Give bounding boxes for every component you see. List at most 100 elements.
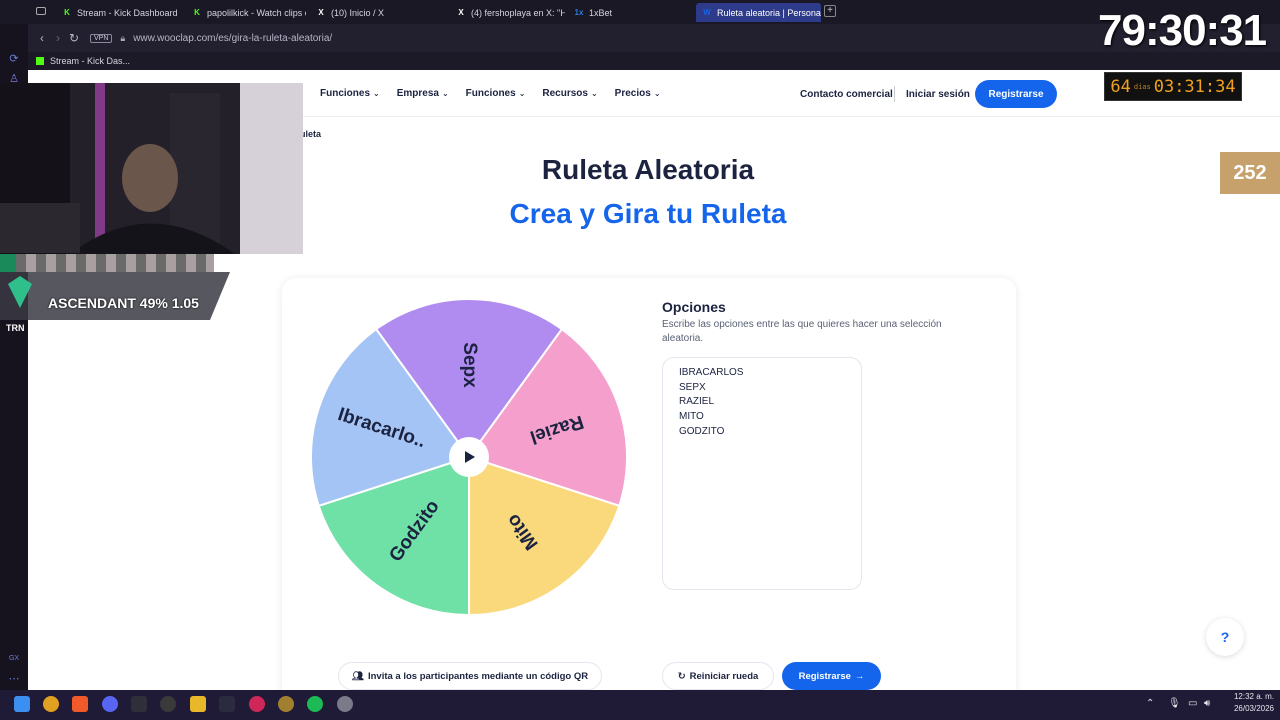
menu-label: Empresa: [396, 88, 439, 99]
refresh-icon: ↻: [677, 670, 686, 682]
divider: [894, 86, 895, 102]
webcam-overlay: [0, 83, 303, 254]
rank-text: ASCENDANT 49% 1.05: [48, 295, 199, 311]
team-avatars: [0, 254, 214, 272]
tab-favicon-icon: K: [64, 7, 70, 17]
clock-value: 03:31:34: [1153, 76, 1236, 97]
back-icon[interactable]: ‹: [34, 31, 50, 45]
tab-bar: K Stream - Kick Dashboard Kpapolilkick - W…: [0, 0, 1280, 24]
chevron-down-icon: ⌄: [441, 89, 449, 98]
browser-tab[interactable]: X (10) Inicio / X: [310, 3, 440, 22]
windows-start-icon[interactable]: [14, 696, 30, 712]
arrow-right-icon: →: [854, 670, 865, 682]
help-button[interactable]: ?: [1206, 618, 1244, 656]
gx-icon[interactable]: GX: [7, 652, 21, 666]
chevron-down-icon: ⌄: [590, 89, 598, 98]
invite-qr-button[interactable]: 👥︎ Invita a los participantes mediante u…: [338, 662, 602, 690]
bookmark-item[interactable]: Stream - Kick Das...: [50, 56, 130, 66]
webcam-image: [0, 83, 303, 254]
browser-tab[interactable]: X (4) fershoplaya en X: "Hoy: [450, 3, 565, 22]
obs-icon[interactable]: [160, 696, 176, 712]
tab-title: Ruleta aleatoria | Persona: [717, 7, 821, 18]
menu-label: Precios: [614, 88, 651, 99]
reset-label: Reiniciar rueda: [689, 670, 759, 682]
avatar-strip: [16, 254, 214, 272]
vpn-badge[interactable]: VPN: [90, 33, 113, 43]
reset-wheel-button[interactable]: ↻ Reiniciar rueda: [662, 662, 774, 690]
tab-title: 1xBet: [589, 7, 613, 18]
taskbar-date[interactable]: 26/03/2026: [1222, 704, 1274, 713]
browser-tab[interactable]: 1x 1xBet: [568, 3, 688, 22]
menu-label: Funciones: [320, 88, 371, 99]
chevron-down-icon: ⌄: [518, 89, 526, 98]
tab-favicon-icon: K: [194, 7, 200, 17]
bookmarks-bar: Stream - Kick Das...: [28, 52, 1280, 70]
wheel-segment-label: Sepx: [459, 342, 480, 388]
menu-item-empresa[interactable]: Empresa ⌄: [397, 88, 449, 99]
taskbar-time[interactable]: 12:32 a. m.: [1222, 692, 1274, 701]
tab-title: (10) Inicio / X: [331, 7, 385, 18]
mic-icon[interactable]: 🎙︎: [1168, 698, 1181, 709]
chevron-down-icon: ⌄: [373, 89, 380, 98]
days-value: 64: [1110, 76, 1131, 97]
menu-label: Recursos: [542, 88, 588, 99]
valorant-icon[interactable]: [278, 696, 294, 712]
gamepad-icon[interactable]: [219, 696, 235, 712]
option-line: IBRACARLOS: [679, 367, 744, 378]
screen: ○ ⟳ ♙ GX ⋯ KStream - Kick DashboardKpapo…: [0, 0, 1280, 720]
browser-tab[interactable]: Kpapolilkick - Watch clips o: [186, 3, 306, 22]
options-textarea[interactable]: IBRACARLOS SEPX RAZIEL MITO GODZITO: [662, 357, 862, 590]
invite-label: Invita a los participantes mediante un c…: [367, 670, 589, 682]
expand-icon: [0, 254, 16, 272]
menu-item-precios[interactable]: Precios ⌄: [615, 88, 661, 99]
volume-icon[interactable]: 🔊︎: [1204, 698, 1210, 709]
days-label: días: [1133, 82, 1151, 91]
subathon-timer: 79:30:31: [1098, 6, 1267, 55]
spin-wheel[interactable]: SepxRazielMitoGodzitoIbracarlo..: [308, 296, 630, 618]
option-line: MITO: [679, 411, 704, 423]
network-icon[interactable]: ▭: [1188, 698, 1197, 709]
tab-title: Stream - Kick Dashboard: [77, 7, 178, 18]
reload-icon[interactable]: ↻: [66, 31, 82, 45]
settings-icon[interactable]: [337, 696, 353, 712]
forward-icon[interactable]: ›: [50, 31, 66, 45]
register-button[interactable]: Registrarse →: [782, 662, 881, 690]
tab-favicon-icon: X: [318, 7, 324, 17]
main-menu: Funciones ⌄ Empresa ⌄ Funciones ⌄ Recursos ⌄…: [320, 88, 661, 99]
discord-icon[interactable]: [102, 696, 118, 712]
more-icon[interactable]: ⋯: [7, 672, 21, 686]
url-field[interactable]: www.wooclap.com/es/gira-la-ruleta-aleato…: [133, 33, 332, 44]
opera-gx-icon[interactable]: [249, 696, 265, 712]
register-label: Registrarse: [798, 670, 851, 682]
spotify-icon[interactable]: [307, 696, 323, 712]
store-icon[interactable]: [131, 696, 147, 712]
tab-favicon-icon: 1x: [574, 7, 584, 17]
folder-icon[interactable]: [190, 696, 206, 712]
history-icon[interactable]: ⟳: [7, 52, 21, 66]
register-button-header[interactable]: Registrarse: [975, 80, 1057, 108]
tab-title: (4) fershoplaya en X: "Hoy: [471, 7, 565, 18]
chevron-down-icon: ⌄: [653, 89, 661, 98]
option-line: RAZIEL: [679, 396, 715, 408]
menu-item-funciones-2[interactable]: Funciones ⌄: [466, 88, 526, 99]
options-title: Opciones: [662, 299, 726, 315]
options-description: Escribe las opciones entre las que quier…: [662, 319, 942, 344]
login-link[interactable]: Iniciar sesión: [906, 89, 970, 100]
tab-title: papolilkick - Watch clips o: [207, 7, 306, 18]
rank-tag: TRN: [6, 323, 25, 333]
browser-tab[interactable]: K Stream - Kick Dashboard: [56, 3, 181, 22]
tab-favicon-icon: W: [703, 7, 711, 17]
countdown-clock: 64 días 03:31:34: [1104, 72, 1242, 101]
tray-chevron-icon[interactable]: ⌃: [1146, 698, 1154, 709]
tab-list-icon[interactable]: [36, 7, 46, 15]
browser-tab[interactable]: W Ruleta aleatoria | Persona: [696, 3, 821, 22]
brave-icon[interactable]: [72, 696, 88, 712]
option-line: SEPX: [679, 381, 706, 393]
app-icon[interactable]: [43, 696, 59, 712]
contact-sales-link[interactable]: Contacto comercial: [800, 89, 893, 100]
menu-item-funciones[interactable]: Funciones ⌄: [320, 88, 380, 99]
menu-item-recursos[interactable]: Recursos ⌄: [542, 88, 597, 99]
tab-favicon-icon: X: [458, 7, 464, 17]
breadcrumb[interactable]: uleta: [300, 129, 321, 139]
new-tab-icon[interactable]: +: [824, 5, 836, 17]
